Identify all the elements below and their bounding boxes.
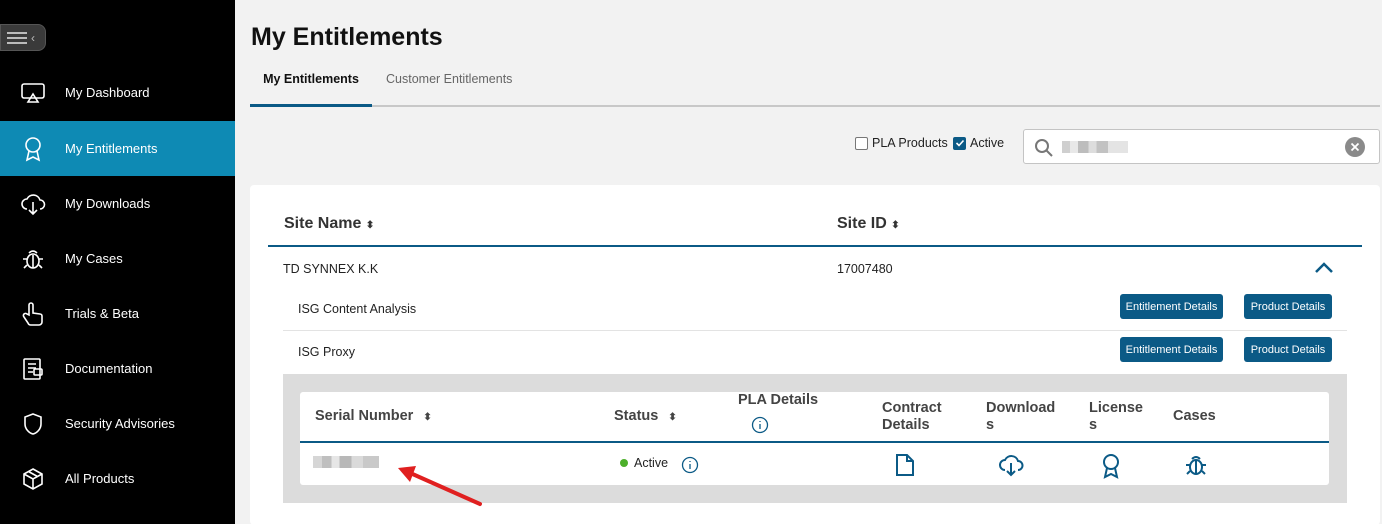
pla-info-icon[interactable] [751,416,769,439]
status-header-label: Status [614,408,659,424]
collapse-site-button[interactable] [1314,261,1334,280]
product-row: ISG Content Analysis Entitlement Details… [283,289,1347,331]
pointer-hand-icon [0,301,65,327]
header-divider [268,245,1362,247]
sidebar-item-label: Documentation [65,361,153,376]
status-header[interactable]: Status ⬍ [614,408,677,426]
contract-file-icon[interactable] [894,453,916,482]
award-icon [0,136,65,162]
search-icon [1034,138,1054,163]
serial-header-divider [300,441,1329,443]
sidebar: ‹ My Dashboard My Entitlements My Downlo… [0,0,235,524]
pla-products-label: PLA Products [872,136,948,150]
monitor-icon [0,80,65,106]
product-details-button[interactable]: Product Details [1244,337,1332,362]
sidebar-item-label: My Downloads [65,196,151,211]
search-input[interactable] [1023,129,1380,164]
product-row: ISG Proxy Entitlement Details Product De… [283,332,1347,374]
sidebar-item-label: Security Advisories [65,416,175,431]
pla-details-header: PLA Details [738,392,819,408]
entitlement-details-button[interactable]: Entitlement Details [1120,294,1223,319]
search-value-redacted [1062,141,1128,153]
cloud-download-icon [0,191,65,217]
sidebar-item-all-products[interactable]: All Products [0,451,235,506]
licenses-header: Licenses [1089,400,1143,433]
tab-customer-entitlements[interactable]: Customer Entitlements [386,72,512,86]
pla-products-filter[interactable]: PLA Products [855,136,948,150]
site-id-value: 17007480 [837,262,893,276]
downloads-header: Downloads [986,400,1056,433]
shield-icon [0,411,65,437]
serial-number-header-label: Serial Number [315,408,414,424]
sidebar-item-my-dashboard[interactable]: My Dashboard [0,65,235,120]
check-icon [955,139,964,147]
product-name: ISG Content Analysis [298,302,417,316]
license-award-icon[interactable] [1100,453,1122,484]
active-label: Active [970,136,1005,150]
sidebar-item-my-entitlements[interactable]: My Entitlements [0,121,235,176]
sidebar-item-label: My Entitlements [65,141,158,156]
sidebar-item-label: My Cases [65,251,123,266]
clear-search-button[interactable] [1345,137,1365,157]
sort-icon: ⬍ [365,220,375,231]
chevron-left-icon: ‹ [31,30,35,45]
cube-icon [0,466,65,492]
site-name-header-label: Site Name [284,215,362,232]
close-icon [1350,142,1360,152]
sidebar-item-label: My Dashboard [65,85,150,100]
menu-toggle-button[interactable]: ‹ [0,24,46,51]
active-checkbox[interactable] [953,136,966,150]
status-dot [620,459,628,467]
download-icon[interactable] [998,453,1024,482]
contract-details-header: Contract Details [882,400,942,433]
sidebar-item-label: Trials & Beta [65,306,139,321]
sidebar-item-my-cases[interactable]: My Cases [0,231,235,286]
active-filter[interactable]: Active [953,136,1004,150]
sidebar-item-label: All Products [65,471,135,486]
cases-header: Cases [1173,408,1216,424]
sort-icon: ⬍ [891,220,900,231]
sort-icon: ⬍ [668,412,677,423]
site-name-header[interactable]: Site Name ⬍ [284,215,374,233]
site-id-header-label: Site ID [837,215,887,232]
serial-number-redacted [313,456,379,468]
page-title: My Entitlements [251,23,443,51]
tab-bar: My Entitlements Customer Entitlements [250,60,1380,107]
tab-my-entitlements[interactable]: My Entitlements [250,72,372,107]
pla-products-checkbox[interactable] [855,136,868,150]
document-icon [0,356,65,382]
entitlement-details-button[interactable]: Entitlement Details [1120,337,1223,362]
sidebar-item-my-downloads[interactable]: My Downloads [0,176,235,231]
sidebar-item-documentation[interactable]: Documentation [0,341,235,396]
site-id-header[interactable]: Site ID ⬍ [837,215,900,233]
status-value: Active [620,456,668,470]
chevron-up-icon [1315,262,1333,273]
serial-number-header[interactable]: Serial Number ⬍ [315,408,432,426]
status-text: Active [634,456,669,470]
product-name: ISG Proxy [298,345,355,359]
sort-icon: ⬍ [423,412,432,423]
status-info-icon[interactable] [681,456,699,479]
annotation-arrow-icon [398,466,482,506]
cases-bug-icon[interactable] [1184,453,1208,482]
product-details-button[interactable]: Product Details [1244,294,1332,319]
sidebar-item-trials-beta[interactable]: Trials & Beta [0,286,235,341]
bug-icon [0,246,65,272]
site-name-value: TD SYNNEX K.K [283,262,379,276]
hamburger-icon [7,31,27,44]
sidebar-item-security-advisories[interactable]: Security Advisories [0,396,235,451]
